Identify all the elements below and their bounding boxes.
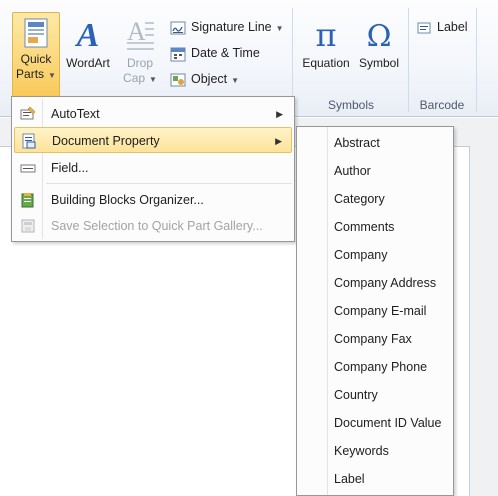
ribbon-separator	[476, 8, 477, 112]
date-time-label: Date & Time	[191, 46, 260, 60]
ribbon-separator	[408, 8, 409, 112]
autotext-label: AutoText	[51, 107, 100, 121]
quick-parts-button[interactable]: Quick Parts ▼	[12, 12, 60, 98]
field-label: Field...	[51, 161, 89, 175]
symbol-label: Symbol	[358, 56, 399, 70]
drop-cap-icon: A	[127, 17, 154, 50]
menu-item-document-property[interactable]: Document Property ▶	[14, 127, 292, 153]
submenu-arrow-icon: ▶	[276, 109, 283, 119]
signature-line-icon	[170, 21, 186, 35]
svg-text:A: A	[127, 17, 146, 46]
signature-line-button[interactable]: Signature Line ▼	[170, 16, 284, 38]
quick-parts-menu: AutoText ▶ Document Property ▶ Field... …	[11, 96, 295, 242]
save-selection-icon	[21, 219, 35, 233]
wordart-label: WordArt	[66, 56, 110, 70]
quick-parts-label-1: Quick	[20, 52, 52, 66]
menu-item-autotext[interactable]: AutoText ▶	[14, 101, 292, 127]
submenu-item-comments[interactable]: Comments	[334, 213, 394, 241]
submenu-item-company[interactable]: Company	[334, 241, 388, 269]
document-property-icon	[22, 133, 36, 149]
drop-cap-button[interactable]: A Drop Cap ▼	[118, 12, 162, 87]
menu-item-save-selection[interactable]: Save Selection to Quick Part Gallery...	[14, 213, 292, 239]
svg-text:Ω: Ω	[367, 19, 392, 52]
group-label-symbols: Symbols	[327, 98, 374, 112]
object-button[interactable]: Object ▼	[170, 68, 239, 90]
building-blocks-icon	[21, 193, 34, 208]
document-property-label: Document Property	[52, 134, 160, 148]
pi-icon: π	[315, 16, 336, 52]
submenu-item-company-phone[interactable]: Company Phone	[334, 353, 427, 381]
save-selection-label: Save Selection to Quick Part Gallery...	[51, 219, 263, 233]
date-time-button[interactable]: Date & Time	[170, 42, 260, 64]
submenu-item-category[interactable]: Category	[334, 185, 385, 213]
object-icon	[170, 73, 186, 87]
quick-parts-icon	[24, 18, 48, 48]
omega-icon: Ω	[367, 19, 392, 52]
equation-label: Equation	[302, 56, 350, 70]
quick-parts-label-2: Parts ▼	[16, 67, 56, 81]
wordart-icon: A	[75, 17, 100, 52]
submenu-item-document-id-value[interactable]: Document ID Value	[334, 409, 441, 437]
svg-text:A: A	[75, 17, 100, 52]
submenu-item-company-address[interactable]: Company Address	[334, 269, 436, 297]
submenu-item-company-fax[interactable]: Company Fax	[334, 325, 412, 353]
drop-cap-label-1: Drop	[126, 56, 153, 70]
submenu-item-company-email[interactable]: Company E-mail	[334, 297, 426, 325]
equation-button[interactable]: π Equation	[300, 12, 352, 71]
submenu-item-author[interactable]: Author	[334, 157, 371, 185]
label-button[interactable]: Label	[416, 16, 468, 38]
symbol-button[interactable]: Ω Symbol	[356, 12, 402, 71]
group-label-barcode: Barcode	[419, 98, 465, 112]
submenu-item-country[interactable]: Country	[334, 381, 378, 409]
object-label: Object	[191, 72, 228, 86]
submenu-item-abstract[interactable]: Abstract	[334, 129, 380, 157]
date-time-icon	[170, 47, 186, 62]
menu-gutter	[327, 127, 328, 495]
label-icon	[417, 22, 431, 34]
submenu-item-keywords[interactable]: Keywords	[334, 437, 389, 465]
building-blocks-label: Building Blocks Organizer...	[51, 193, 204, 207]
menu-separator	[46, 183, 292, 184]
menu-item-field[interactable]: Field...	[14, 155, 292, 181]
autotext-icon	[20, 106, 36, 120]
document-property-submenu: Abstract Author Category Comments Compan…	[296, 126, 454, 496]
label-label: Label	[437, 20, 468, 34]
field-icon	[20, 164, 36, 173]
menu-item-building-blocks-organizer[interactable]: Building Blocks Organizer...	[14, 187, 292, 213]
wordart-button[interactable]: A WordArt	[62, 12, 114, 71]
drop-cap-label-2: Cap ▼	[123, 71, 157, 85]
submenu-item-label[interactable]: Label	[334, 465, 365, 493]
submenu-arrow-icon: ▶	[275, 136, 282, 146]
signature-line-label: Signature Line	[191, 20, 272, 34]
svg-text:π: π	[315, 16, 336, 52]
